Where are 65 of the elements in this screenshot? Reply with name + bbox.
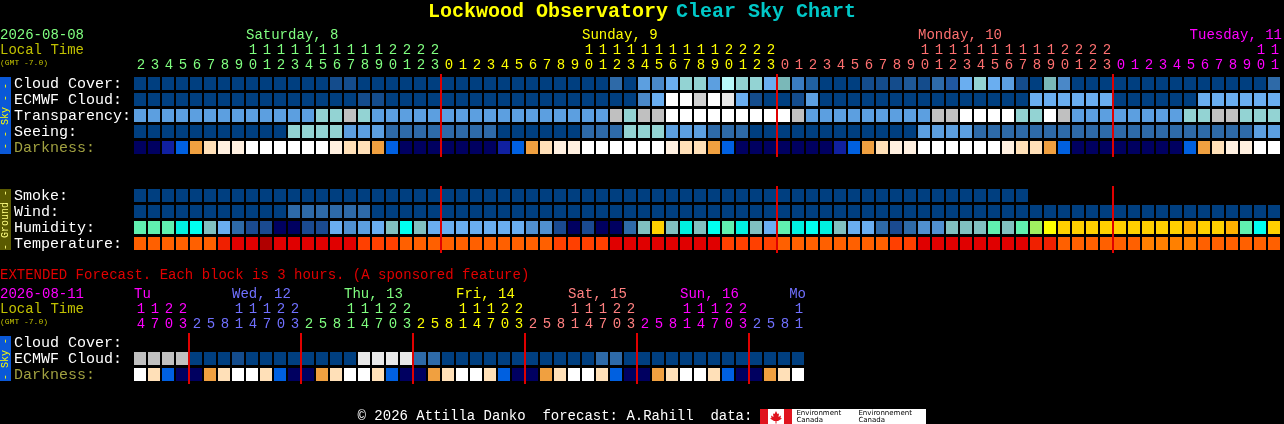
time-label: Local Time xyxy=(0,42,84,58)
row-label: Cloud Cover: xyxy=(14,336,124,352)
hour-ones: 25814703 xyxy=(303,317,417,332)
midnight-line xyxy=(524,333,526,384)
timezone-label: (GMT -7.0) xyxy=(0,58,48,68)
hour-tens: 11122 xyxy=(345,302,417,317)
time-label: Local Time xyxy=(0,301,84,317)
day-label: Fri, 14 xyxy=(456,287,515,302)
day-label: Tu xyxy=(134,287,151,302)
hour-ones: 25814703 xyxy=(527,317,641,332)
chart-date: 2026-08-08 xyxy=(0,27,84,43)
hour-tens: 11 xyxy=(1255,43,1284,58)
chart-date: 2026-08-11 xyxy=(0,286,84,302)
chart-title: Clear Sky Chart xyxy=(676,0,857,23)
row-label: ECMWF Cloud: xyxy=(14,93,124,109)
row-label: Wind: xyxy=(14,205,60,221)
hour-tens: 11111111112222 xyxy=(247,43,445,58)
day-label: Sat, 15 xyxy=(568,287,627,302)
day-label: Sunday, 9 xyxy=(582,28,658,43)
row-label: Seeing: xyxy=(14,125,78,141)
extended-heading: EXTENDED Forecast. Each block is 3 hours. (A sponsored feature) xyxy=(0,267,531,283)
hour-tens: 11122 xyxy=(569,302,641,317)
midnight-line xyxy=(776,186,778,253)
hour-tens: 11122 xyxy=(233,302,305,317)
row-label: Transparency: xyxy=(14,109,133,125)
credit-text: © 2026 Attilla Danko forecast: A.Rahill data: xyxy=(357,407,753,424)
hour-tens: 11111111112222 xyxy=(919,43,1117,58)
day-label: Wed, 12 xyxy=(232,287,291,302)
hour-tens: 11111111112222 xyxy=(583,43,781,58)
day-label: Saturday, 8 xyxy=(246,28,339,43)
hour-ones: 4703 xyxy=(135,317,193,332)
row-label: Humidity: xyxy=(14,221,96,237)
hour-tens: 1 xyxy=(793,302,809,317)
midnight-line xyxy=(300,333,302,384)
hour-ones: 012345678901234567890123 xyxy=(443,58,781,73)
day-label: Monday, 10 xyxy=(918,28,1002,43)
day-label: Mo xyxy=(789,287,806,302)
hour-ones: 25814703 xyxy=(191,317,305,332)
row-label: Darkness: xyxy=(14,141,96,157)
midnight-line xyxy=(1112,186,1114,253)
hour-ones: 2345678901234567890123 xyxy=(135,58,445,73)
hour-tens: 11122 xyxy=(457,302,529,317)
hour-tens: 1122 xyxy=(135,302,193,317)
day-label: Sun, 16 xyxy=(680,287,739,302)
midnight-line xyxy=(188,333,190,384)
hour-tens: 11122 xyxy=(681,302,753,317)
hour-ones: 25814703 xyxy=(639,317,753,332)
flag-icon xyxy=(760,408,793,424)
midnight-line xyxy=(748,333,750,384)
row-label: ECMWF Cloud: xyxy=(14,352,124,368)
midnight-line xyxy=(440,186,442,253)
midnight-line xyxy=(636,333,638,384)
hour-ones: 2581 xyxy=(751,317,809,332)
hour-ones: 012345678901234567890123 xyxy=(779,58,1117,73)
day-label: Tuesday, 11 xyxy=(1189,28,1282,43)
hour-ones: 012345678901 xyxy=(1115,58,1284,73)
row-label: Cloud Cover: xyxy=(14,77,124,93)
site-title: Lockwood Observatory xyxy=(427,0,668,23)
hour-ones: 25814703 xyxy=(415,317,529,332)
midnight-line xyxy=(412,333,414,384)
day-label: Thu, 13 xyxy=(344,287,403,302)
row-label: Darkness: xyxy=(14,368,96,384)
row-label: Smoke: xyxy=(14,189,69,205)
row-label: Temperature: xyxy=(14,237,124,253)
timezone-label: (GMT -7.0) xyxy=(0,317,48,327)
